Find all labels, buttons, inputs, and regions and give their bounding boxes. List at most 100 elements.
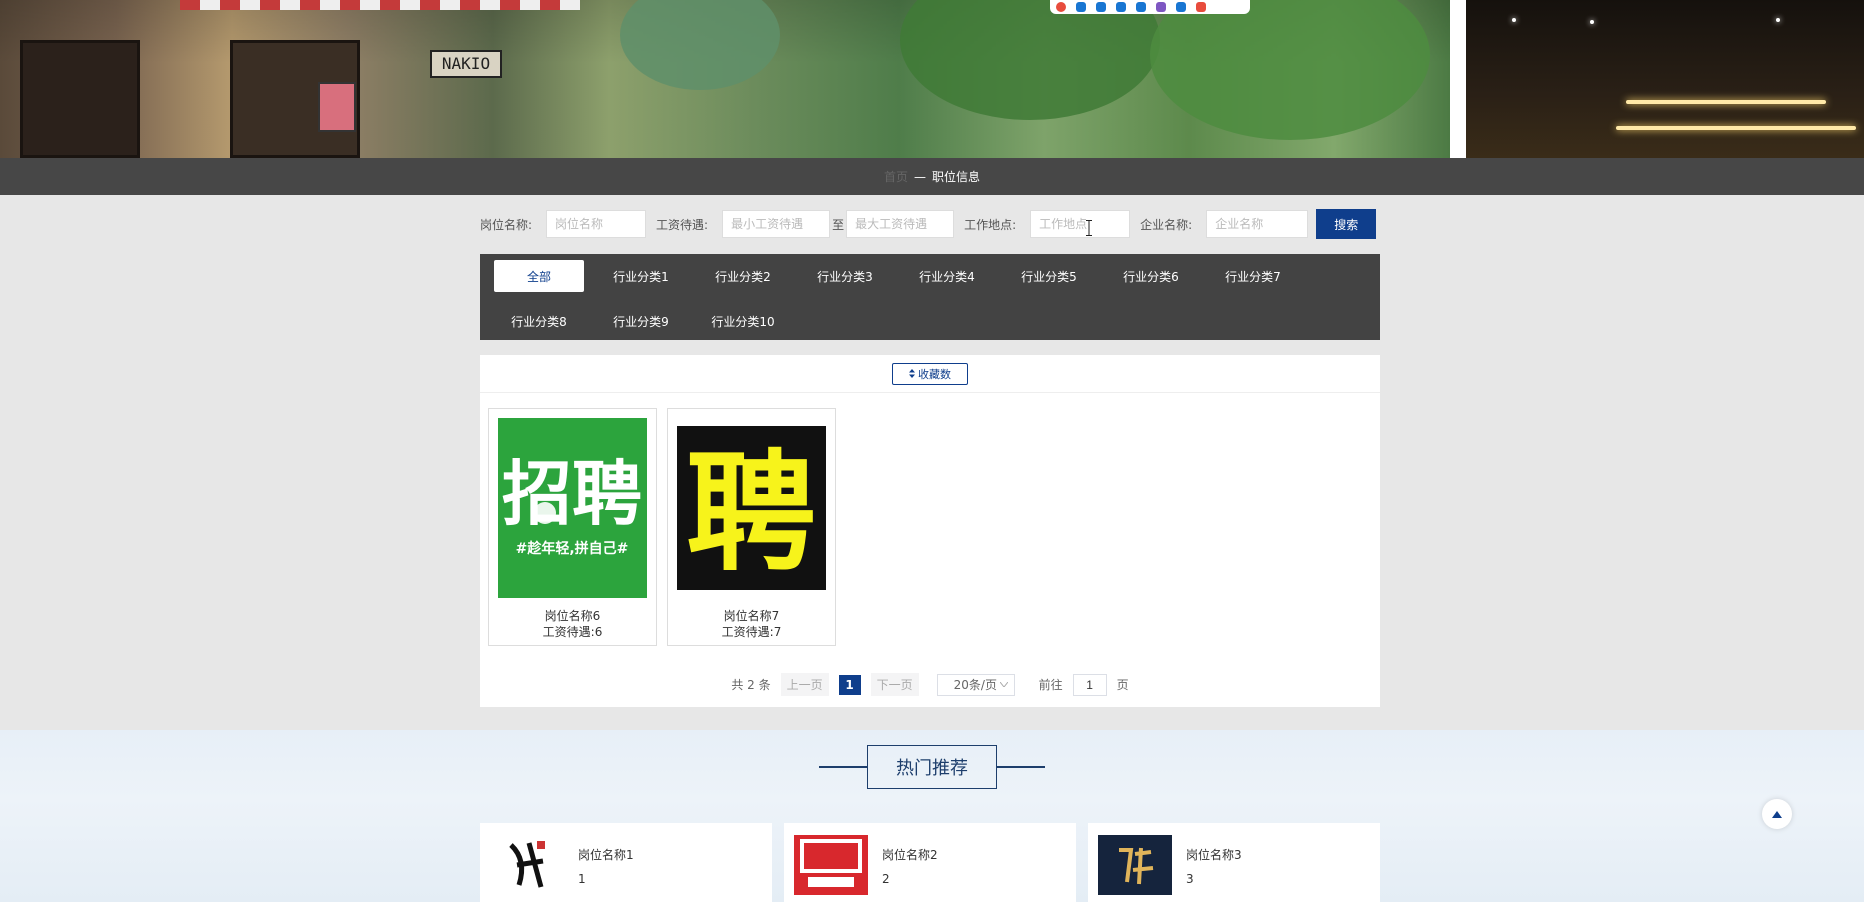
banner-light xyxy=(1590,20,1594,24)
hot-card-list: 岗位名称1 1 岗位名称2 2 岗位名称3 3 xyxy=(480,823,1380,902)
job-list-panel: 收藏数 招聘 #趁年轻,拼自己# 岗位名称6 工资待遇:6 聘 岗位名称7 工资… xyxy=(480,355,1380,707)
search-form: 岗位名称: 工资待遇: 至 工作地点: 企业名称: 搜索 xyxy=(480,208,1380,240)
banner-light xyxy=(1626,100,1826,104)
image-icon xyxy=(1136,2,1146,12)
category-filter: 全部 行业分类1 行业分类2 行业分类3 行业分类4 行业分类5 行业分类6 行业分类7 行业分… xyxy=(480,254,1380,340)
hot-job-value: 1 xyxy=(578,872,586,886)
sort-icon xyxy=(909,369,915,378)
job-name: 岗位名称7 xyxy=(723,609,780,623)
hot-recommend-section: 热门推荐 岗位名称1 1 岗位名称2 2 岗位名称3 3 xyxy=(0,730,1864,902)
salary-max-input[interactable] xyxy=(846,210,955,238)
chevron-down-icon xyxy=(999,682,1008,687)
hot-job-value: 2 xyxy=(882,872,890,886)
prev-page-button[interactable]: 上一页 xyxy=(780,673,829,696)
svg-text:#趁年轻,拼自己#: #趁年轻,拼自己# xyxy=(516,540,629,557)
shirt-icon xyxy=(1156,2,1166,12)
salary-min-input[interactable] xyxy=(722,210,831,238)
sort-row: 收藏数 xyxy=(480,355,1380,393)
category-item[interactable]: 行业分类1 xyxy=(596,260,686,292)
banner-light xyxy=(1512,18,1516,22)
banner-door xyxy=(20,40,140,158)
top-banner: NAKIO xyxy=(0,0,1864,158)
page-size-select[interactable]: 20条/页 xyxy=(936,673,1015,696)
banner-image-side xyxy=(1466,0,1864,158)
goto-label: 前往 xyxy=(1038,678,1063,692)
job-salary: 工资待遇:6 xyxy=(542,625,603,639)
category-item[interactable]: 行业分类6 xyxy=(1106,260,1196,292)
company-input[interactable] xyxy=(1206,210,1309,238)
banner-tree xyxy=(1150,0,1430,140)
page-number-current[interactable]: 1 xyxy=(838,674,861,695)
hot-title-wrap: 热门推荐 xyxy=(0,745,1864,789)
banner-image-main: NAKIO xyxy=(0,0,1450,158)
mic-icon xyxy=(1116,2,1126,12)
job-poster-image: 招聘 #趁年轻,拼自己# xyxy=(498,418,647,598)
banner-light xyxy=(1616,126,1856,130)
svg-text:聘: 聘 xyxy=(686,437,816,589)
sort-by-favorites-button[interactable]: 收藏数 xyxy=(892,362,968,385)
location-input[interactable] xyxy=(1030,210,1131,238)
hot-thumb-image xyxy=(490,835,564,895)
banner-shop-sign: NAKIO xyxy=(430,50,502,78)
hot-thumb-image xyxy=(1098,835,1172,895)
banner-light xyxy=(1776,18,1780,22)
breadcrumb-separator: — xyxy=(914,169,926,184)
job-card[interactable]: 招聘 #趁年轻,拼自己# 岗位名称6 工资待遇:6 xyxy=(488,408,657,646)
hot-job-value: 3 xyxy=(1186,872,1194,886)
pagination: 共 2 条 上一页 1 下一页 20条/页 前往 页 xyxy=(480,673,1380,696)
next-page-button[interactable]: 下一页 xyxy=(870,673,919,696)
banner-divider xyxy=(1450,0,1466,158)
mascot-icon xyxy=(1196,2,1206,12)
sort-label: 收藏数 xyxy=(918,367,951,381)
breadcrumb: 首页 — 职位信息 xyxy=(0,158,1864,195)
hot-thumb-image xyxy=(794,835,868,895)
job-name: 岗位名称6 xyxy=(544,609,601,623)
hot-card[interactable]: 岗位名称1 1 xyxy=(480,823,772,902)
back-to-top-button[interactable] xyxy=(1762,799,1792,829)
job-card[interactable]: 聘 岗位名称7 工资待遇:7 xyxy=(667,408,836,646)
banner-tree xyxy=(620,0,780,90)
category-all[interactable]: 全部 xyxy=(494,260,584,292)
hot-card[interactable]: 岗位名称2 2 xyxy=(784,823,1076,902)
salary-label: 工资待遇: xyxy=(656,217,709,232)
search-button[interactable]: 搜索 xyxy=(1316,209,1377,239)
breadcrumb-current: 职位信息 xyxy=(932,170,981,184)
browser-extension-toolbar xyxy=(1050,0,1250,14)
job-card-list: 招聘 #趁年轻,拼自己# 岗位名称6 工资待遇:6 聘 岗位名称7 工资待遇:7 xyxy=(488,408,836,646)
category-item[interactable]: 行业分类10 xyxy=(698,306,788,338)
text-cursor-icon xyxy=(1086,220,1092,236)
hot-job-name: 岗位名称2 xyxy=(882,848,938,862)
banner-awning xyxy=(180,0,580,10)
pagination-total: 共 2 条 xyxy=(731,678,771,692)
banner-poster xyxy=(318,82,356,132)
hot-job-name: 岗位名称1 xyxy=(578,848,634,862)
breadcrumb-home[interactable]: 首页 xyxy=(884,168,908,185)
page-size-value: 20条/页 xyxy=(953,678,997,692)
goto-page-input[interactable] xyxy=(1072,673,1107,696)
lang-icon xyxy=(1076,2,1086,12)
title-line-right xyxy=(997,766,1045,768)
banner-tree xyxy=(900,0,1160,120)
hot-job-name: 岗位名称3 xyxy=(1186,848,1242,862)
company-label: 企业名称: xyxy=(1140,217,1193,232)
category-item[interactable]: 行业分类5 xyxy=(1004,260,1094,292)
page-unit-label: 页 xyxy=(1116,678,1129,692)
job-poster-image: 聘 xyxy=(677,418,826,598)
salary-to-label: 至 xyxy=(832,217,845,232)
hot-card[interactable]: 岗位名称3 3 xyxy=(1088,823,1380,902)
svg-text:招聘: 招聘 xyxy=(502,453,642,535)
caret-up-icon xyxy=(1772,810,1782,818)
position-label: 岗位名称: xyxy=(480,217,533,232)
category-item[interactable]: 行业分类2 xyxy=(698,260,788,292)
position-input[interactable] xyxy=(546,210,647,238)
location-label: 工作地点: xyxy=(964,217,1017,232)
category-item[interactable]: 行业分类8 xyxy=(494,306,584,338)
category-item[interactable]: 行业分类9 xyxy=(596,306,686,338)
hot-title: 热门推荐 xyxy=(867,745,997,789)
job-salary: 工资待遇:7 xyxy=(721,625,782,639)
category-item[interactable]: 行业分类4 xyxy=(902,260,992,292)
logo-icon xyxy=(1056,2,1066,12)
category-item[interactable]: 行业分类7 xyxy=(1208,260,1298,292)
pen-icon xyxy=(1096,2,1106,12)
category-item[interactable]: 行业分类3 xyxy=(800,260,890,292)
